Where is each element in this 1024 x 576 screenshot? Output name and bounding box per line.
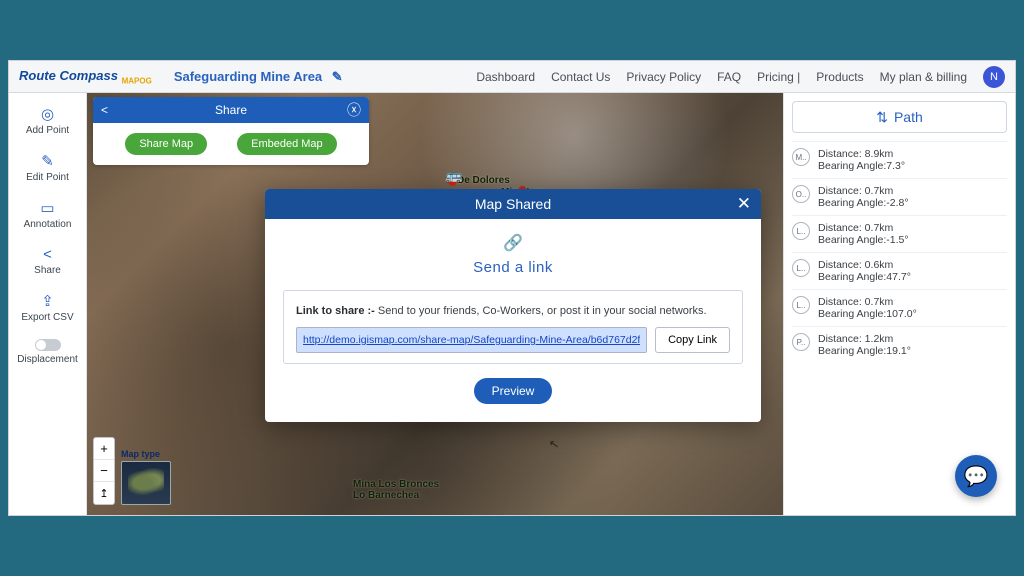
step-bearing: Bearing Angle:47.7° [818,271,1007,283]
path-step[interactable]: L.. Distance: 0.6kmBearing Angle:47.7° [792,252,1007,289]
path-step[interactable]: L.. Distance: 0.7kmBearing Angle:107.0° [792,289,1007,326]
step-node: L.. [792,259,810,277]
copy-link-button[interactable]: Copy Link [655,327,730,353]
pencil-icon: ✎ [9,152,86,170]
send-link-label: Send a link [283,259,743,276]
zoom-reset-button[interactable]: ↥ [94,482,114,504]
brand-name: Route Compass [19,68,118,83]
step-distance: Distance: 8.9km [818,148,1007,160]
step-distance: Distance: 0.7km [818,296,1007,308]
export-icon: ⇪ [9,292,86,310]
brand-sub: MAPOG [122,76,152,85]
step-node: M.. [792,148,810,166]
share-panel: < Share ⓧ Share Map Embeded Map [93,97,369,165]
modal-header: Map Shared ✕ [265,189,761,219]
link-box: Link to share :- Send to your friends, C… [283,290,743,364]
step-distance: Distance: 1.2km [818,333,1007,345]
toggle-icon[interactable] [35,339,61,351]
target-icon: ◎ [9,105,86,123]
minimap[interactable] [121,461,171,505]
nav-contact[interactable]: Contact Us [551,70,610,84]
link-icon: 🔗 [283,233,743,253]
cursor-icon: ↖ [548,436,560,452]
nav-pricing[interactable]: Pricing | [757,70,800,84]
step-node: P.. [792,333,810,351]
sidebar-displacement[interactable]: Displacement [9,333,86,371]
share-panel-title: Share [215,103,247,117]
brand-logo: Route Compass MAPOG [19,68,152,86]
embed-map-button[interactable]: Embeded Map [237,133,337,155]
edit-icon[interactable]: ✎ [332,69,343,84]
nav-faq[interactable]: FAQ [717,70,741,84]
map-type-label: Map type [121,449,160,459]
step-distance: Distance: 0.6km [818,259,1007,271]
bus-icon: 🚌 [445,167,462,184]
share-arrow-icon: < [101,103,108,117]
path-panel: ⇅ Path M.. Distance: 8.9kmBearing Angle:7… [783,93,1015,515]
map-shared-modal: Map Shared ✕ 🔗 Send a link Link to share… [265,189,761,422]
path-header[interactable]: ⇅ Path [792,101,1007,133]
nav-links: Dashboard Contact Us Privacy Policy FAQ … [476,66,1005,88]
step-node: L.. [792,296,810,314]
left-sidebar: ◎Add Point ✎Edit Point ▭Annotation <Shar… [9,93,87,515]
modal-title: Map Shared [475,196,551,212]
preview-button[interactable]: Preview [474,378,553,404]
share-map-button[interactable]: Share Map [125,133,207,155]
share-panel-header: < Share ⓧ [93,97,369,123]
step-bearing: Bearing Angle:7.3° [818,160,1007,172]
chat-fab[interactable]: 💬 [955,455,997,497]
close-icon[interactable]: ⓧ [347,100,361,120]
sidebar-edit-point[interactable]: ✎Edit Point [9,146,86,189]
nav-dashboard[interactable]: Dashboard [476,70,535,84]
sidebar-add-point[interactable]: ◎Add Point [9,99,86,142]
sidebar-annotation[interactable]: ▭Annotation [9,193,86,236]
comment-icon: ▭ [9,199,86,217]
share-url-input[interactable] [296,327,647,353]
share-icon: < [9,246,86,263]
step-bearing: Bearing Angle:107.0° [818,308,1007,320]
map-label: De Dolores [457,175,510,186]
path-step[interactable]: M.. Distance: 8.9kmBearing Angle:7.3° [792,141,1007,178]
chat-icon: 💬 [964,464,989,489]
step-node: O.. [792,185,810,203]
step-distance: Distance: 0.7km [818,185,1007,197]
modal-close-icon[interactable]: ✕ [737,194,751,214]
map-label: Mina Los Bronces Lo Barnechea [353,479,439,501]
step-bearing: Bearing Angle:19.1° [818,345,1007,357]
step-bearing: Bearing Angle:-1.5° [818,234,1007,246]
path-step[interactable]: L.. Distance: 0.7kmBearing Angle:-1.5° [792,215,1007,252]
step-bearing: Bearing Angle:-2.8° [818,197,1007,209]
app-window: Route Compass MAPOG Safeguarding Mine Ar… [8,60,1016,516]
step-node: L.. [792,222,810,240]
avatar[interactable]: N [983,66,1005,88]
project-title[interactable]: Safeguarding Mine Area ✎ [174,69,343,85]
nav-privacy[interactable]: Privacy Policy [626,70,701,84]
sidebar-export[interactable]: ⇪Export CSV [9,286,86,329]
top-nav: Route Compass MAPOG Safeguarding Mine Ar… [9,61,1015,93]
sidebar-share[interactable]: <Share [9,240,86,282]
zoom-out-button[interactable]: − [94,460,114,482]
nav-products[interactable]: Products [816,70,863,84]
zoom-controls: + − ↥ [93,437,115,505]
path-step[interactable]: O.. Distance: 0.7kmBearing Angle:-2.8° [792,178,1007,215]
swap-icon: ⇅ [876,109,888,126]
link-instruction: Link to share :- Send to your friends, C… [296,305,707,317]
nav-plan[interactable]: My plan & billing [880,70,967,84]
zoom-in-button[interactable]: + [94,438,114,460]
step-distance: Distance: 0.7km [818,222,1007,234]
path-step[interactable]: P.. Distance: 1.2kmBearing Angle:19.1° [792,326,1007,363]
